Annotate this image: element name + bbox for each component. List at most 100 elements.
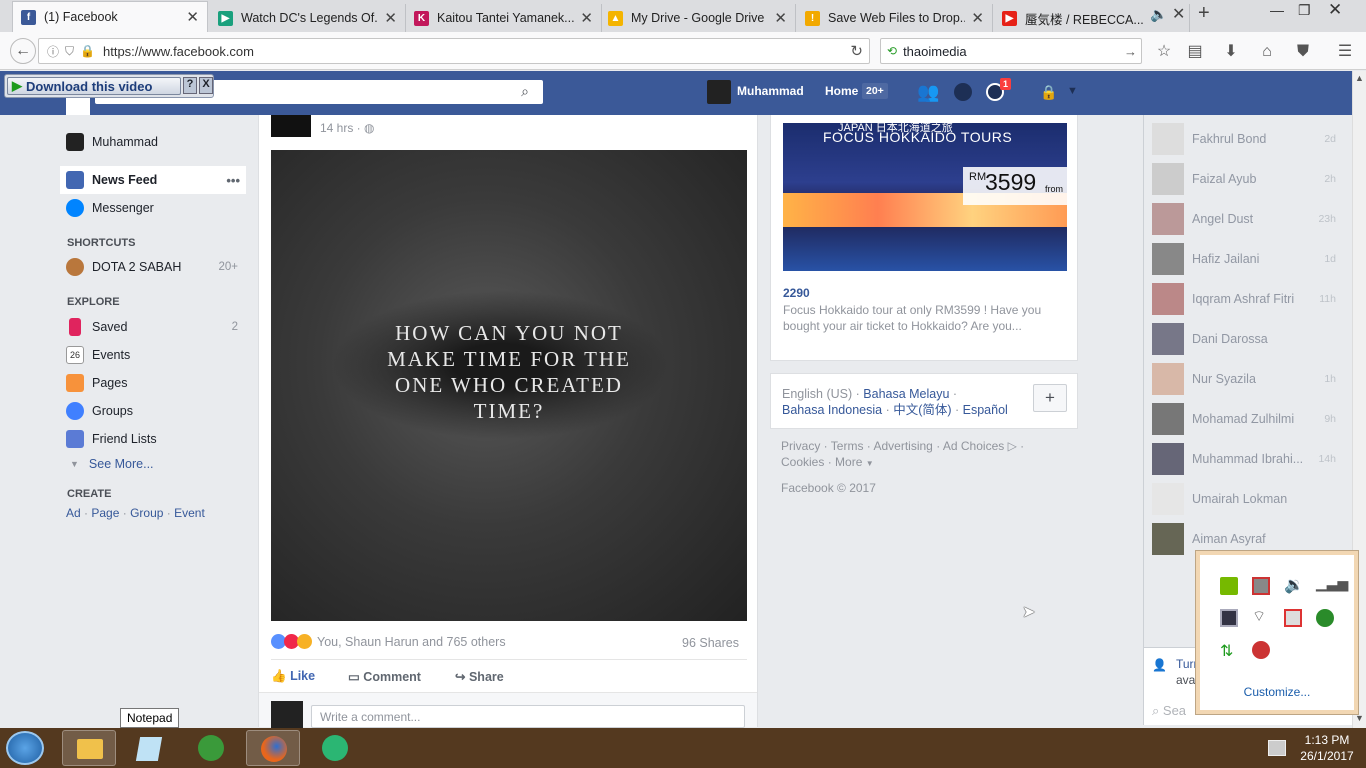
create-event-link[interactable]: Event [174,506,205,520]
terms-link[interactable]: Terms [831,439,864,453]
app-tray-icon[interactable] [1252,641,1270,659]
chat-contact[interactable]: Muhammad Ibrahi... 14h [1152,441,1352,477]
start-button[interactable] [6,731,44,765]
account-menu-icon[interactable]: ▼ [1067,85,1078,97]
search-icon[interactable]: ⌕ [521,83,529,100]
download-icon[interactable]: ⬇ [1220,41,1242,63]
shield-icon[interactable]: ⛉ [65,44,74,59]
close-window-button[interactable]: ✕ [1328,0,1342,20]
audio-icon[interactable]: 🔈 [1150,6,1167,23]
search-bar-text[interactable]: thaoimedia [903,44,967,59]
sidebar-item-groups[interactable]: Groups [60,398,250,424]
atom-button[interactable] [308,730,362,766]
chat-contact[interactable]: Iqqram Ashraf Fitri 11h [1152,281,1352,317]
reactions-summary[interactable]: You, Shaun Harun and 765 others [271,634,506,649]
action-center-icon[interactable] [1284,609,1302,627]
sidebar-item-events[interactable]: 26 Events [60,342,250,368]
scroll-down-icon[interactable]: ▼ [1355,713,1364,723]
post-timestamp[interactable]: 14 hrs · ◍ [320,121,375,135]
ad-description[interactable]: Focus Hokkaido tour at only RM3599 ! Hav… [783,302,1059,334]
home-icon[interactable]: ⌂ [1256,41,1278,63]
minimize-button[interactable]: — [1270,2,1284,18]
url-text[interactable]: https://www.facebook.com [103,44,254,59]
chat-contact[interactable]: Dani Darossa [1152,321,1352,357]
search-engine-icon[interactable]: ⟲ [887,44,897,58]
adchoices-link[interactable]: Ad Choices [943,439,1004,453]
sidebar-item-pages[interactable]: Pages [60,370,250,396]
see-more-link[interactable]: ▼ See More... [60,451,250,477]
close-icon[interactable]: X [199,77,213,94]
chat-contact[interactable]: Angel Dust 23h [1152,201,1352,237]
bookmark-star-icon[interactable]: ☆ [1153,41,1175,63]
menu-icon[interactable]: ☰ [1334,41,1356,63]
network-globe-icon[interactable] [1316,609,1334,627]
more-link[interactable]: More [835,455,862,469]
tab-close-icon[interactable]: ✕ [1172,4,1185,24]
ad-image[interactable]: JAPAN 日本北海道之旅 FOCUS HOKKAIDO TOURS RM 35… [783,123,1067,271]
new-tab-button[interactable]: + [1198,2,1210,25]
tab-close-icon[interactable]: ✕ [971,9,984,27]
sidebar-item-friend-lists[interactable]: Friend Lists [60,426,250,452]
reactions-text[interactable]: You, Shaun Harun and 765 others [317,635,506,649]
privacy-shortcuts-icon[interactable]: 🔒 [1040,84,1057,101]
transfer-arrows-icon[interactable]: ⇅ [1220,641,1238,660]
customize-link[interactable]: Customize... [1200,685,1354,699]
privacy-link[interactable]: Privacy [781,439,820,453]
home-link[interactable]: Home [825,84,858,98]
create-group-link[interactable]: Group [130,506,163,520]
chat-contact[interactable]: Faizal Ayub 2h [1152,161,1352,197]
pocket-icon[interactable]: ⛊ [1292,41,1314,63]
download-video-button[interactable]: ▶ Download this video [7,77,181,95]
bookmarks-list-icon[interactable]: ▤ [1184,41,1206,63]
post-image[interactable]: HOW CAN YOU NOT MAKE TIME FOR THE ONE WH… [271,150,747,621]
back-button[interactable]: ← [10,38,36,64]
advertising-link[interactable]: Advertising [873,439,932,453]
sidebar-item-messenger[interactable]: Messenger [60,195,250,221]
browser-tab[interactable]: f (1) Facebook ✕ [12,1,208,32]
signal-icon[interactable]: ▁▃▅ [1316,575,1348,593]
info-icon[interactable]: ⓘ [47,43,59,60]
show-hidden-icons-button[interactable] [1268,740,1286,756]
sidebar-item-dota[interactable]: DOTA 2 SABAH 20+ [60,254,250,280]
globe-app-button[interactable] [184,730,238,766]
sidebar-item-profile[interactable]: Muhammad [60,129,250,155]
browser-tab[interactable]: K Kaitou Tantei Yamanek... ✕ [406,4,602,32]
avatar[interactable] [707,80,731,104]
create-page-link[interactable]: Page [91,506,119,520]
lang-link[interactable]: 中文(简体) [893,403,951,417]
lang-link[interactable]: Bahasa Melayu [863,387,949,401]
firefox-button[interactable] [246,730,300,766]
comment-input[interactable]: Write a comment... [311,705,745,728]
like-button[interactable]: 👍 Like [271,669,315,684]
create-ad-link[interactable]: Ad [66,506,81,520]
file-explorer-button[interactable] [62,730,116,766]
url-bar[interactable]: ⓘ ⛉ 🔒 https://www.facebook.com ↻ [38,38,870,64]
maximize-button[interactable]: ❐ [1298,2,1311,19]
safely-remove-icon[interactable] [1252,577,1270,595]
add-language-button[interactable]: + [1033,384,1067,412]
sidebar-item-news-feed[interactable]: News Feed ••• [60,166,246,194]
share-button[interactable]: ↪ Share [455,669,504,684]
go-arrow-icon[interactable]: → [1124,44,1137,59]
tab-close-icon[interactable]: ✕ [580,9,593,27]
lang-link[interactable]: Bahasa Indonesia [782,403,882,417]
display-icon[interactable] [1220,609,1238,627]
cookies-link[interactable]: Cookies [781,455,824,469]
profile-link[interactable]: Muhammad [737,84,804,98]
friend-requests-icon[interactable]: 👥 [917,82,939,103]
clock[interactable]: 1:13 PM 26/1/2017 [1292,732,1362,764]
comment-button[interactable]: ▭ Comment [348,669,421,684]
wifi-icon[interactable]: ⌔ [1252,607,1270,625]
scroll-up-icon[interactable]: ▲ [1355,73,1364,83]
shares-count[interactable]: 96 Shares [682,636,739,650]
chat-contact[interactable]: Fakhrul Bond 2d [1152,121,1352,157]
browser-tab[interactable]: ▶ Watch DC's Legends Of... ✕ [210,4,406,32]
search-bar[interactable]: ⟲ thaoimedia → [880,38,1142,64]
browser-tab[interactable]: ! Save Web Files to Drop... ✕ [797,4,993,32]
notepad-button[interactable] [122,730,176,766]
ad-title[interactable]: 2290 [783,286,810,300]
lang-link[interactable]: Español [963,403,1008,417]
tab-close-icon[interactable]: ✕ [384,9,397,27]
tab-close-icon[interactable]: ✕ [186,8,199,26]
messenger-icon[interactable] [954,83,972,101]
